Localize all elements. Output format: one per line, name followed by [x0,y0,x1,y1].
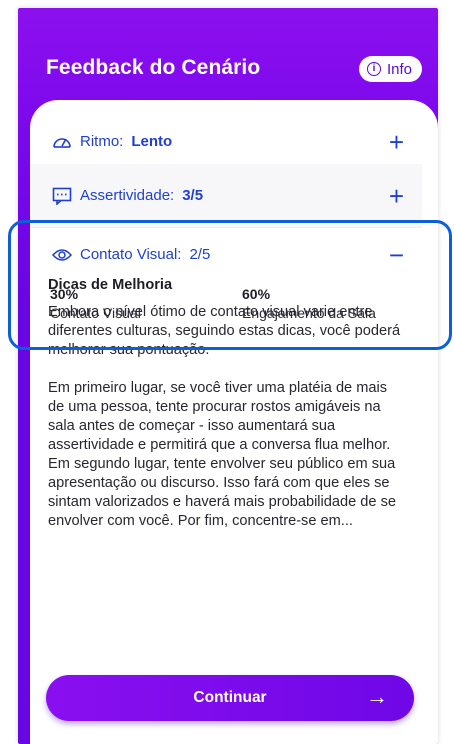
section-label: Assertividade: [80,187,175,204]
expand-icon[interactable]: + [389,129,404,155]
collapse-icon[interactable]: − [389,242,404,268]
section-label: Contato Visual: [80,246,182,263]
info-button-label: Info [386,60,412,78]
continue-label: Continuar [193,689,267,706]
eye-icon [52,248,72,261]
improvement-tips: Dicas de Melhoria Embora o nível ótimo d… [48,276,404,550]
section-value: 3/5 [182,187,204,204]
arrow-right-icon: → [366,684,388,709]
header: Feedback do Cenário i Info [18,8,438,108]
section-value: Lento [131,133,173,150]
chat-bubble-icon [52,187,72,205]
page-title: Feedback do Cenário [46,56,261,79]
expand-icon[interactable]: + [389,183,404,209]
phone-screen: Feedback do Cenário i Info Ritmo: Lento … [18,8,438,744]
info-button[interactable]: i Info [358,56,422,82]
gauge-icon [53,137,71,148]
tips-paragraph: Em primeiro lugar, se você tiver uma pla… [48,380,397,529]
continue-button[interactable]: Continuar → [46,675,414,721]
info-icon: i [366,62,381,76]
tips-title: Dicas de Melhoria [48,277,173,293]
section-assertividade[interactable]: Assertividade: 3/5 + [30,164,422,228]
tips-paragraph: Embora o nível ótimo de contato visual v… [48,304,401,358]
section-label: Ritmo: [80,133,124,150]
section-value: 2/5 [189,246,211,263]
